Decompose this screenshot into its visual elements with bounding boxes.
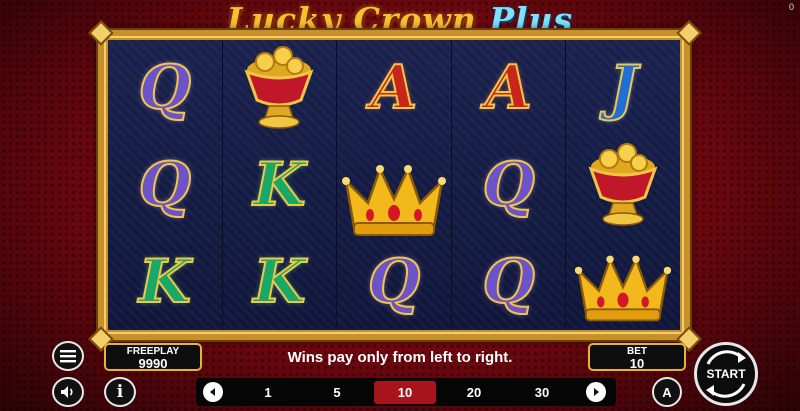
- symbol-cell: [223, 40, 337, 136]
- symbol-cell: A: [452, 40, 566, 136]
- reel-2: K K: [222, 40, 338, 330]
- pot-of-gold-icon: [244, 46, 314, 129]
- symbol-q: Q: [481, 150, 535, 220]
- bet-option-5[interactable]: 5: [306, 381, 368, 404]
- symbol-cell: K: [223, 234, 337, 330]
- bet-box: BET 10: [588, 343, 686, 371]
- autoplay-button[interactable]: A: [652, 377, 682, 407]
- symbol-q: Q: [138, 53, 192, 123]
- symbol-q: Q: [481, 247, 535, 317]
- reel-5: J: [566, 40, 680, 330]
- reel-grid: Q Q K K K A Q A Q Q J: [108, 40, 680, 330]
- freeplay-box: FREEPLAY 9990: [104, 343, 202, 371]
- bet-increase-button[interactable]: [586, 382, 606, 402]
- symbol-k: K: [138, 247, 192, 317]
- symbol-q: Q: [138, 150, 192, 220]
- freeplay-value: 9990: [138, 356, 168, 371]
- reel-4: A Q Q: [451, 40, 567, 330]
- bet-option-10[interactable]: 10: [374, 381, 436, 404]
- triangle-left-icon: [210, 388, 215, 396]
- symbol-q: Q: [367, 247, 421, 317]
- symbol-cell: Q: [452, 234, 566, 330]
- start-label: START: [706, 367, 746, 381]
- symbol-cell: [566, 235, 680, 340]
- menu-icon: [60, 350, 76, 363]
- bet-value: 10: [629, 356, 645, 371]
- symbol-cell: Q: [108, 137, 222, 233]
- info-button[interactable]: i: [104, 377, 136, 407]
- sound-button[interactable]: [52, 377, 84, 407]
- crown-icon: [575, 255, 672, 321]
- symbol-cell: Q: [108, 40, 222, 136]
- bet-option-30[interactable]: 30: [511, 381, 573, 404]
- symbol-a: A: [484, 53, 533, 123]
- start-button[interactable]: START: [694, 342, 758, 406]
- symbol-cell: K: [108, 234, 222, 330]
- reel-1: Q Q K: [108, 40, 223, 330]
- bet-option-1[interactable]: 1: [237, 381, 299, 404]
- bet-option-20[interactable]: 20: [443, 381, 505, 404]
- symbol-cell: Q: [452, 137, 566, 233]
- symbol-k: K: [252, 247, 306, 317]
- symbol-a: A: [370, 53, 419, 123]
- win-message: Wins pay only from left to right.: [287, 349, 513, 366]
- reel-3: A Q: [337, 40, 452, 330]
- triangle-right-icon: [594, 388, 599, 396]
- speaker-icon: [61, 386, 73, 398]
- symbol-k: K: [252, 150, 306, 220]
- pot-of-gold-icon: [588, 143, 658, 226]
- crown-icon: [341, 165, 446, 236]
- symbol-cell: [566, 137, 680, 233]
- symbol-cell: A: [337, 40, 451, 136]
- symbol-cell: Q: [337, 234, 451, 330]
- symbol-j: J: [608, 53, 638, 123]
- autoplay-label: A: [662, 384, 672, 400]
- symbol-cell: J: [566, 40, 680, 136]
- symbol-cell: K: [223, 137, 337, 233]
- menu-button[interactable]: [52, 341, 84, 371]
- bet-decrease-button[interactable]: [203, 382, 223, 402]
